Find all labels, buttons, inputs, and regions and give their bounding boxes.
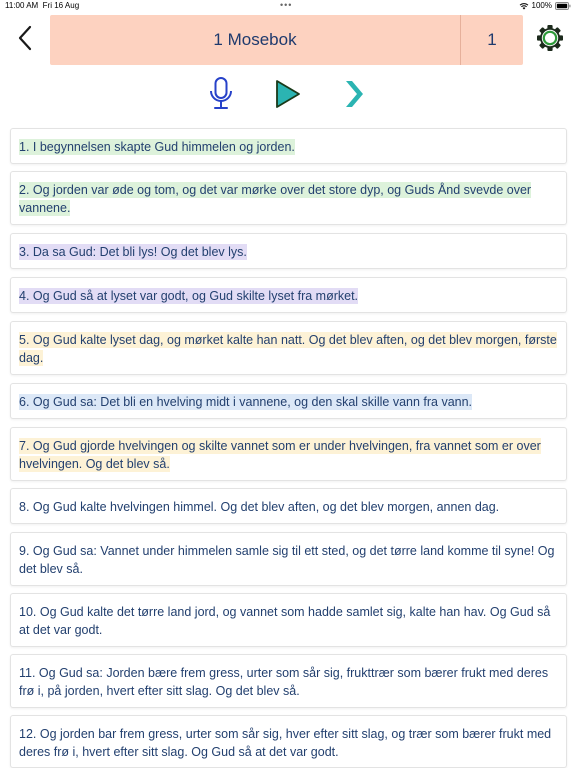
multitasking-dots-icon[interactable]: ••• xyxy=(280,0,292,10)
verse-card[interactable]: 9. Og Gud sa: Vannet under himmelen saml… xyxy=(10,532,567,586)
verse-text: 5. Og Gud kalte lyset dag, og mørket kal… xyxy=(19,332,557,366)
book-title-button[interactable]: 1 Mosebok xyxy=(50,15,460,65)
status-time-date: 11:00 AM Fri 16 Aug xyxy=(5,1,79,10)
verse-text: 10. Og Gud kalte det tørre land jord, og… xyxy=(19,605,551,637)
verse-text: 1. I begynnelsen skapte Gud himmelen og … xyxy=(19,139,295,155)
status-right: 100% xyxy=(519,1,571,10)
verse-card[interactable]: 6. Og Gud sa: Det bli en hvelving midt i… xyxy=(10,383,567,419)
gear-icon xyxy=(537,25,563,51)
microphone-icon xyxy=(210,77,232,109)
chapter-button[interactable]: 1 xyxy=(461,15,523,65)
verse-card[interactable]: 7. Og Gud gjorde hvelvingen og skilte va… xyxy=(10,427,567,481)
chevron-left-icon xyxy=(18,25,32,51)
back-button[interactable] xyxy=(14,24,38,52)
verse-text: 2. Og jorden var øde og tom, og det var … xyxy=(19,182,532,216)
verse-text: 6. Og Gud sa: Det bli en hvelving midt i… xyxy=(19,394,473,410)
verse-card[interactable]: 1. I begynnelsen skapte Gud himmelen og … xyxy=(10,128,567,164)
verse-text: 8. Og Gud kalte hvelvingen himmel. Og de… xyxy=(19,500,500,514)
verse-card[interactable]: 5. Og Gud kalte lyset dag, og mørket kal… xyxy=(10,321,567,375)
play-icon xyxy=(276,80,300,108)
verse-card[interactable]: 10. Og Gud kalte det tørre land jord, og… xyxy=(10,593,567,647)
book-chapter-selector: 1 Mosebok 1 xyxy=(50,15,523,65)
status-time: 11:00 AM xyxy=(5,1,39,10)
verse-text: 12. Og jorden bar frem gress, urter som … xyxy=(19,727,552,759)
battery-icon xyxy=(555,1,571,10)
status-bar: 11:00 AM Fri 16 Aug ••• 100% xyxy=(0,0,576,12)
settings-button[interactable] xyxy=(536,24,564,52)
microphone-button[interactable] xyxy=(207,76,235,112)
verse-card[interactable]: 11. Og Gud sa: Jorden bære frem gress, u… xyxy=(10,654,567,708)
verse-card[interactable]: 8. Og Gud kalte hvelvingen himmel. Og de… xyxy=(10,488,567,524)
verse-card[interactable]: 2. Og jorden var øde og tom, og det var … xyxy=(10,171,567,225)
verse-text: 3. Da sa Gud: Det bli lys! Og det blev l… xyxy=(19,244,247,260)
wifi-icon xyxy=(519,2,529,10)
verse-text: 9. Og Gud sa: Vannet under himmelen saml… xyxy=(19,544,555,576)
verse-text: 7. Og Gud gjorde hvelvingen og skilte va… xyxy=(19,438,541,472)
verse-card[interactable]: 4. Og Gud så at lyset var godt, og Gud s… xyxy=(10,277,567,313)
battery-percentage: 100% xyxy=(531,1,552,10)
verse-card[interactable]: 12. Og jorden bar frem gress, urter som … xyxy=(10,715,567,768)
verse-card[interactable]: 3. Da sa Gud: Det bli lys! Og det blev l… xyxy=(10,233,567,269)
next-chapter-button[interactable] xyxy=(342,78,366,110)
chevron-right-icon xyxy=(346,81,363,107)
play-button[interactable] xyxy=(274,78,302,110)
verse-text: 11. Og Gud sa: Jorden bære frem gress, u… xyxy=(19,666,549,698)
verse-text: 4. Og Gud så at lyset var godt, og Gud s… xyxy=(19,288,359,304)
status-date: Fri 16 Aug xyxy=(42,1,80,10)
